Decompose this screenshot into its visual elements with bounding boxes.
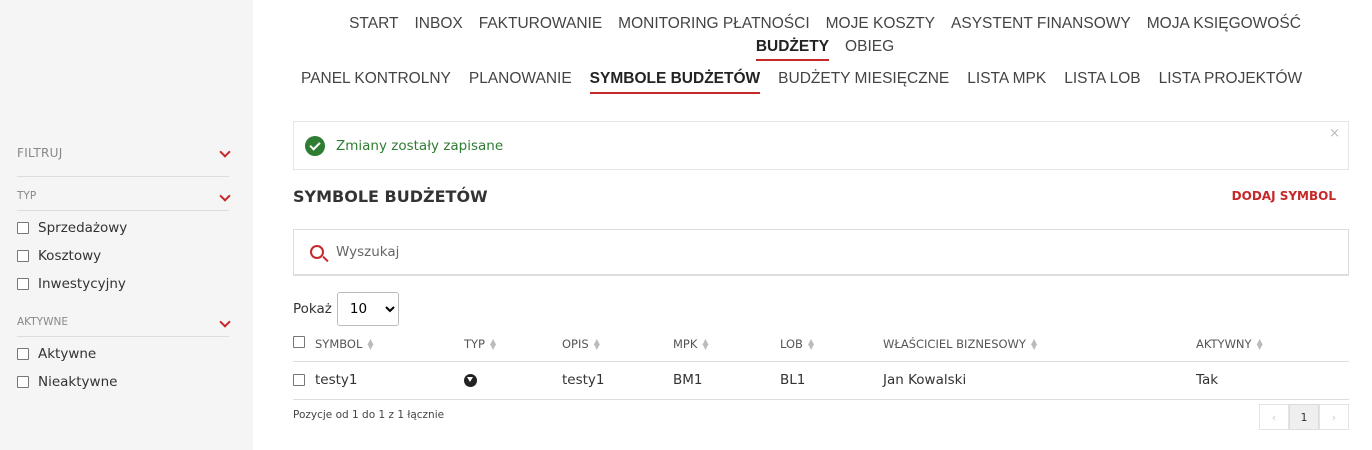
tab-lista-lob[interactable]: LISTA LOB xyxy=(1064,70,1140,94)
cell-opis: testy1 xyxy=(562,372,605,388)
filter-toggle[interactable]: FILTRUJ xyxy=(17,146,231,166)
filter-option-label: Inwestycyjny xyxy=(38,276,126,292)
filter-option-aktywne[interactable]: Aktywne xyxy=(17,344,96,364)
tab-lista-mpk[interactable]: LISTA MPK xyxy=(967,70,1046,94)
pagination-prev-button[interactable]: ‹ xyxy=(1259,404,1289,430)
sort-icon: ▲ ▼ xyxy=(367,337,374,351)
sort-icon: ▲ ▼ xyxy=(807,337,815,351)
close-icon[interactable]: × xyxy=(1329,126,1340,141)
chevron-down-icon xyxy=(219,316,231,328)
column-header-symbol[interactable]: SYMBOL ▲ ▼ xyxy=(315,337,374,351)
chevron-down-icon xyxy=(219,146,231,158)
column-label: MPK xyxy=(673,337,698,351)
filter-group-title: AKTYWNE xyxy=(17,316,68,328)
checkbox[interactable] xyxy=(17,250,29,262)
nav-moja-ksiegowosc[interactable]: MOJA KSIĘGOWOŚĆ xyxy=(1147,12,1301,35)
search-icon xyxy=(310,245,324,259)
filter-option-sprzedazowy[interactable]: Sprzedażowy xyxy=(17,218,127,238)
cell-wlasciciel: Jan Kowalski xyxy=(883,372,967,388)
pagination-info: Pozycje od 1 do 1 z 1 łącznie xyxy=(293,409,445,421)
filter-option-kosztowy[interactable]: Kosztowy xyxy=(17,246,101,266)
nav-monitoring-platnosci[interactable]: MONITORING PŁATNOŚCI xyxy=(618,12,809,35)
column-header-mpk[interactable]: MPK ▲ ▼ xyxy=(673,337,709,351)
column-label: AKTYWNY xyxy=(1196,337,1252,351)
tab-lista-projektow[interactable]: LISTA PROJEKTÓW xyxy=(1159,70,1303,94)
page-size-label: Pokaż xyxy=(293,301,332,317)
checkbox[interactable] xyxy=(17,376,29,388)
filter-group-aktywne[interactable]: AKTYWNE xyxy=(17,316,231,332)
page-size-control: Pokaż 10 xyxy=(293,292,399,326)
chevron-down-icon xyxy=(219,190,231,202)
cell-aktywny: Tak xyxy=(1196,372,1219,388)
divider xyxy=(17,210,229,211)
divider xyxy=(17,336,229,337)
sub-navigation: PANEL KONTROLNY PLANOWANIE SYMBOLE BUDŻE… xyxy=(293,70,1343,94)
column-header-opis[interactable]: OPIS ▲ ▼ xyxy=(562,337,600,351)
add-symbol-button[interactable]: DODAJ SYMBOL xyxy=(1232,189,1336,203)
tab-panel-kontrolny[interactable]: PANEL KONTROLNY xyxy=(301,70,451,94)
column-header-aktywny[interactable]: AKTYWNY ▲ ▼ xyxy=(1196,337,1263,351)
sort-icon: ▲ ▼ xyxy=(489,337,497,351)
filter-option-inwestycyjny[interactable]: Inwestycyjny xyxy=(17,274,126,294)
column-label: WŁAŚCICIEL BIZNESOWY xyxy=(883,337,1026,351)
search-bar xyxy=(293,229,1349,276)
column-label: TYP xyxy=(464,337,485,351)
column-header-typ[interactable]: TYP ▲ ▼ xyxy=(464,337,496,351)
arrow-down-circle-icon xyxy=(464,374,477,387)
filter-group-title: TYP xyxy=(17,190,37,202)
column-label: OPIS xyxy=(562,337,589,351)
page-size-select[interactable]: 10 xyxy=(336,292,399,326)
pagination: ‹ 1 › xyxy=(1259,404,1349,430)
nav-moje-koszty[interactable]: MOJE KOSZTY xyxy=(826,12,935,35)
filter-option-label: Aktywne xyxy=(38,346,97,362)
sort-icon: ▲ ▼ xyxy=(593,337,600,351)
filter-sidebar: FILTRUJ TYP Sprzedażowy Kosztowy Inwesty… xyxy=(0,0,253,450)
filter-group-typ[interactable]: TYP xyxy=(17,190,231,206)
main-navigation: START INBOX FAKTUROWANIE MONITORING PŁATNOŚ… xyxy=(300,12,1350,61)
alert-message: Zmiany zostały zapisane xyxy=(336,137,504,154)
filter-option-label: Nieaktywne xyxy=(38,374,118,390)
table-row-divider xyxy=(293,399,1349,400)
filter-label: FILTRUJ xyxy=(17,146,63,160)
pagination-page-button[interactable]: 1 xyxy=(1289,404,1319,430)
sort-icon: ▲ ▼ xyxy=(1256,337,1263,351)
row-checkbox[interactable] xyxy=(293,374,305,386)
column-header-wlasciciel[interactable]: WŁAŚCICIEL BIZNESOWY ▲ ▼ xyxy=(883,337,1037,351)
cell-lob: BL1 xyxy=(780,372,806,388)
filter-option-label: Sprzedażowy xyxy=(38,220,128,236)
cell-mpk: BM1 xyxy=(673,372,703,388)
check-circle-icon xyxy=(305,135,325,156)
page-title: SYMBOLE BUDŻETÓW xyxy=(293,187,488,206)
checkbox[interactable] xyxy=(17,222,29,234)
table-header-divider xyxy=(293,361,1349,362)
pagination-next-button[interactable]: › xyxy=(1319,404,1349,430)
sort-icon: ▲ ▼ xyxy=(702,337,709,351)
divider xyxy=(17,176,229,177)
nav-obieg[interactable]: OBIEG xyxy=(845,35,894,58)
nav-fakturowanie[interactable]: FAKTUROWANIE xyxy=(479,12,602,35)
nav-budzety[interactable]: BUDŻETY xyxy=(755,35,830,61)
column-label: SYMBOL xyxy=(315,337,363,351)
nav-inbox[interactable]: INBOX xyxy=(414,12,462,35)
tab-budzety-miesieczne[interactable]: BUDŻETY MIESIĘCZNE xyxy=(778,70,949,94)
search-input[interactable] xyxy=(336,244,1236,260)
nav-start[interactable]: START xyxy=(349,12,398,35)
nav-asystent-finansowy[interactable]: ASYSTENT FINANSOWY xyxy=(951,12,1131,35)
select-all-checkbox[interactable] xyxy=(293,336,305,348)
filter-option-label: Kosztowy xyxy=(38,248,102,264)
sort-icon: ▲ ▼ xyxy=(1030,337,1038,351)
tab-symbole-budzetow[interactable]: SYMBOLE BUDŻETÓW xyxy=(589,70,761,94)
column-label: LOB xyxy=(780,337,803,351)
checkbox[interactable] xyxy=(17,278,29,290)
cell-symbol: testy1 xyxy=(315,372,358,388)
success-alert: Zmiany zostały zapisane × xyxy=(293,121,1349,170)
column-header-lob[interactable]: LOB ▲ ▼ xyxy=(780,337,814,351)
tab-planowanie[interactable]: PLANOWANIE xyxy=(469,70,572,94)
filter-option-nieaktywne[interactable]: Nieaktywne xyxy=(17,372,117,392)
checkbox[interactable] xyxy=(17,348,29,360)
